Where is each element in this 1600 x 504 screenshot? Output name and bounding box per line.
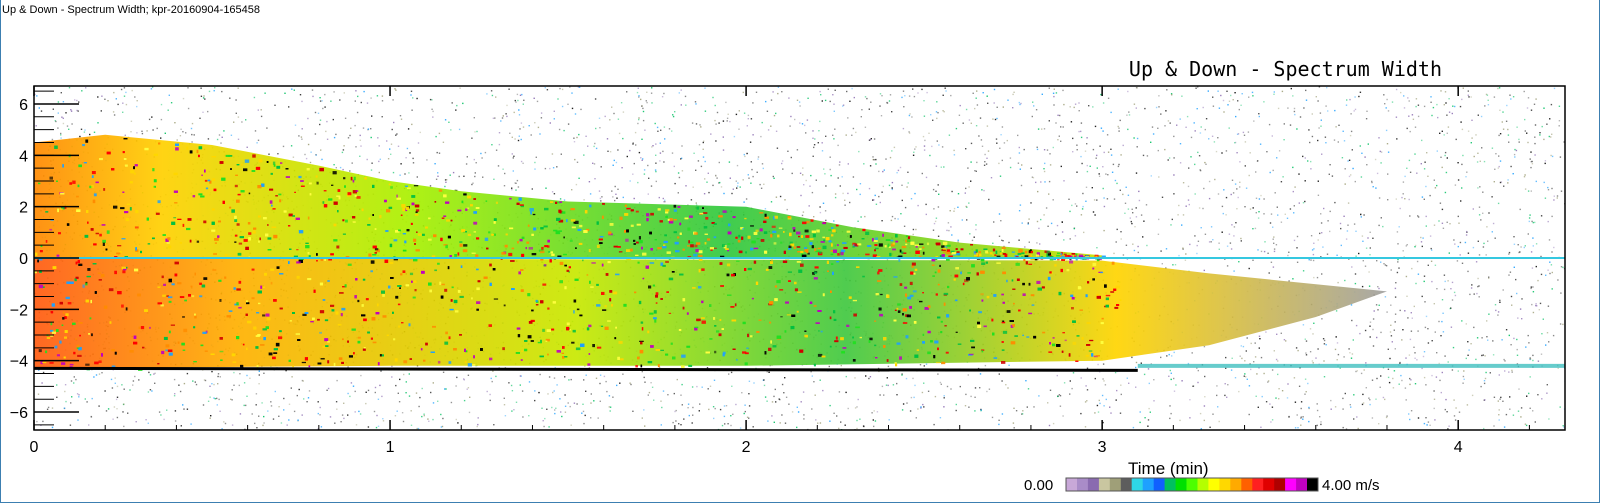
colorbar-min-label: 0.00 — [1024, 477, 1053, 494]
colorbar-swatch — [1252, 478, 1264, 491]
colorbar-swatch — [1274, 478, 1286, 491]
colorbar-swatch — [1175, 478, 1188, 491]
colorbar-swatch — [1109, 478, 1122, 491]
x-tick-label: 4 — [1454, 439, 1463, 456]
y-tick-label: −2 — [10, 302, 28, 319]
colorbar-swatch — [1087, 478, 1100, 491]
colorbar-swatch — [1219, 478, 1231, 491]
echo-region — [34, 134, 1387, 369]
colorbar-swatch — [1098, 478, 1111, 491]
x-tick-label: 0 — [30, 439, 39, 456]
x-axis-label: Time (min) — [1128, 459, 1209, 478]
y-tick-label: 6 — [19, 97, 28, 114]
colorbar-swatch — [1197, 478, 1209, 491]
colorbar-swatch — [1131, 478, 1144, 491]
chart-title: Up & Down - Spectrum Width — [1129, 57, 1442, 81]
colorbar-swatch — [1153, 478, 1166, 491]
colorbar-swatch — [1164, 478, 1177, 491]
y-tick-label: 2 — [19, 200, 28, 217]
colorbar-swatch — [1066, 478, 1078, 491]
colorbar — [1065, 477, 1319, 492]
colorbar-max-label: 4.00 m/s — [1322, 477, 1380, 494]
colorbar-swatch — [1296, 478, 1308, 491]
y-tick-label: 0 — [19, 251, 28, 268]
colorbar-swatch — [1285, 478, 1297, 491]
colorbar-swatch — [1307, 478, 1319, 491]
y-tick-label: −4 — [10, 354, 28, 371]
colorbar-swatch — [1230, 478, 1242, 491]
y-tick-label: 4 — [19, 148, 28, 165]
spectrum-width-chart: 0 1 2 3 4 6 4 2 0 −2 −4 −6 Up & Down - Spectrum Wi… — [10, 57, 1566, 494]
x-tick-label: 2 — [742, 439, 751, 456]
x-tick-label: 1 — [386, 439, 395, 456]
lower-echo-area — [34, 258, 1387, 369]
x-tick-label: 3 — [1098, 439, 1107, 456]
colorbar-swatch — [1208, 478, 1220, 491]
colorbar-swatch — [1263, 478, 1275, 491]
surface-line — [34, 366, 1138, 372]
colorbar-swatch — [1077, 478, 1089, 491]
colorbar-swatch — [1186, 478, 1198, 491]
colorbar-swatch — [1142, 478, 1155, 491]
y-tick-label: −6 — [10, 405, 28, 422]
colorbar-swatch — [1241, 478, 1253, 491]
colorbar-swatch — [1120, 478, 1133, 491]
